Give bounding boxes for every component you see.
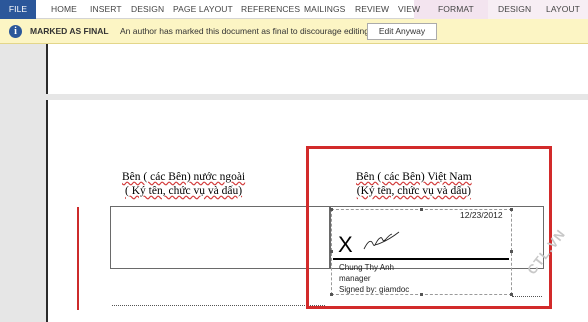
message-title: MARKED AS FINAL [30, 26, 109, 36]
revision-bar [77, 207, 79, 310]
tab-view[interactable]: VIEW [398, 0, 420, 19]
tab-home[interactable]: HOME [51, 0, 77, 19]
highlight-annotation-box [306, 146, 552, 309]
foreign-party-heading: Bên ( các Bên) nước ngoài ( Ký tên, chức… [122, 170, 245, 198]
ribbon-tab-bar: FILE HOME INSERT DESIGN PAGE LAYOUT REFE… [0, 0, 588, 19]
info-icon: i [9, 25, 22, 38]
table-cell-foreign-signature[interactable] [110, 206, 330, 269]
document-page-previous [46, 44, 588, 94]
dotted-border [112, 305, 325, 306]
tab-insert[interactable]: INSERT [90, 0, 122, 19]
tab-design[interactable]: DESIGN [131, 0, 164, 19]
tab-mailings[interactable]: MAILINGS [304, 0, 345, 19]
tab-references[interactable]: REFERENCES [241, 0, 300, 19]
page-left-edge [46, 44, 48, 94]
foreign-party-title: Bên ( các Bên) nước ngoài [122, 171, 246, 183]
tab-layout[interactable]: LAYOUT [546, 0, 580, 19]
tab-page-layout[interactable]: PAGE LAYOUT [173, 0, 233, 19]
tab-file[interactable]: FILE [0, 0, 36, 19]
page-left-edge [46, 100, 48, 322]
edit-anyway-button[interactable]: Edit Anyway [367, 23, 437, 40]
marked-as-final-bar: i MARKED AS FINAL An author has marked t… [0, 19, 588, 44]
tab-format[interactable]: FORMAT [438, 0, 474, 19]
message-text: An author has marked this document as fi… [120, 26, 372, 36]
tab-design-table[interactable]: DESIGN [498, 0, 531, 19]
foreign-party-subtitle: ( Ký tên, chức vụ và dấu) [125, 185, 243, 197]
tab-review[interactable]: REVIEW [355, 0, 389, 19]
